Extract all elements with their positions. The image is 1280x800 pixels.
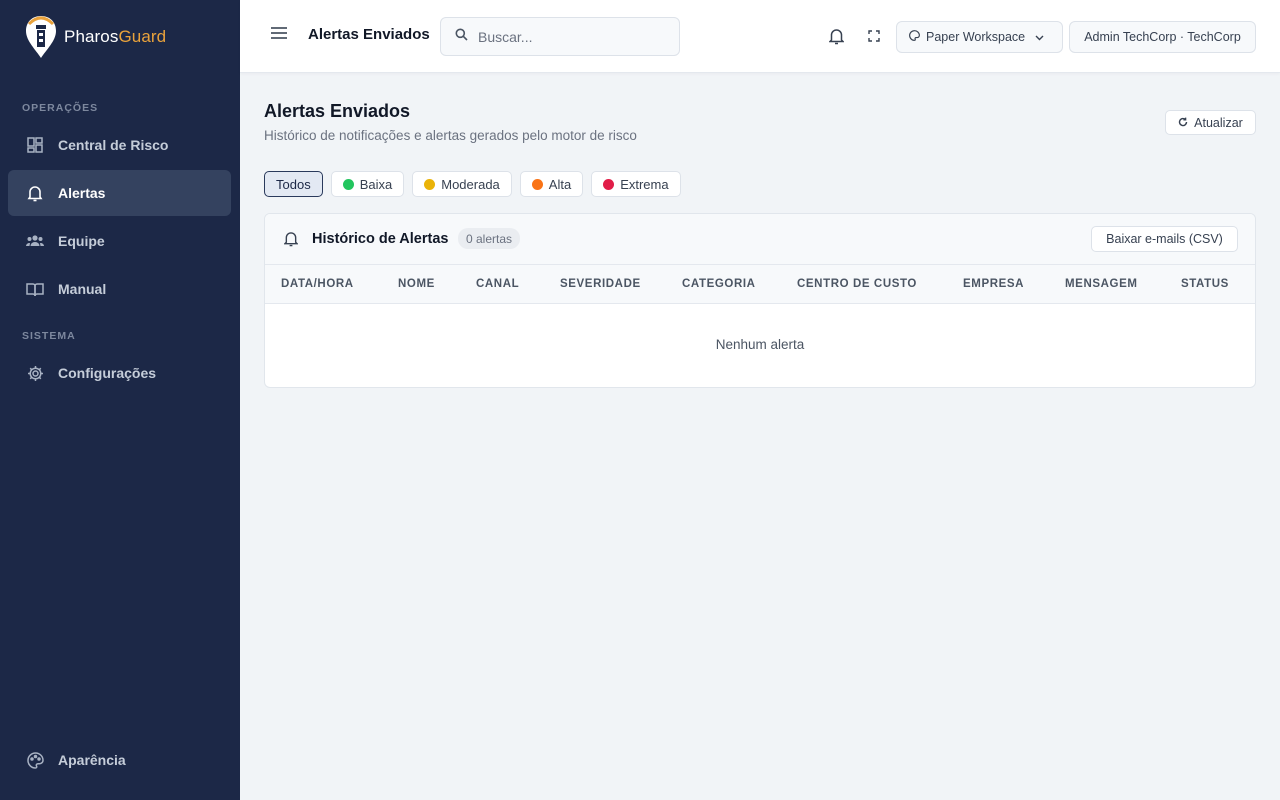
bell-icon xyxy=(26,184,44,202)
export-csv-button[interactable]: Baixar e-mails (CSV) xyxy=(1091,226,1238,252)
sidebar-item-alertas[interactable]: Alertas xyxy=(8,170,231,216)
filter-label: Baixa xyxy=(359,176,393,192)
sidebar-item-central-de-risco[interactable]: Central de Risco xyxy=(8,122,231,168)
sidebar-item-manual[interactable]: Manual xyxy=(8,266,231,312)
column-header-centro-de-custo[interactable]: CENTRO DE CUSTO xyxy=(797,278,917,290)
account-button[interactable]: Admin TechCorp · TechCorp xyxy=(1069,21,1256,53)
brand-logo[interactable]: PharosGuard xyxy=(24,14,166,60)
column-header-canal[interactable]: CANAL xyxy=(476,278,519,290)
search-input[interactable] xyxy=(478,28,658,45)
palette-icon xyxy=(26,751,44,769)
column-header-data-hora[interactable]: DATA/HORA xyxy=(281,278,354,290)
sidebar-item-equipe[interactable]: Equipe xyxy=(8,218,231,264)
workspace-selector[interactable]: Paper Workspace xyxy=(896,21,1063,53)
filter-moderada[interactable]: Moderada xyxy=(412,171,512,197)
filter-label: Todos xyxy=(276,176,311,192)
column-header-status[interactable]: STATUS xyxy=(1181,278,1229,290)
card-header: Histórico de Alertas 0 alertas Baixar e-… xyxy=(265,214,1255,265)
book-icon xyxy=(26,280,44,298)
gear-icon xyxy=(26,364,44,382)
refresh-icon xyxy=(1178,116,1188,130)
brand-name: PharosGuard xyxy=(64,27,167,46)
filter-label: Alta xyxy=(548,176,572,192)
filter-label: Moderada xyxy=(441,176,500,192)
refresh-label: Atualizar xyxy=(1194,115,1243,130)
sidebar-item-label: Alertas xyxy=(58,185,106,201)
top-bar: Alertas Enviados Paper Workspace Admin T… xyxy=(240,0,1280,73)
card-title: Histórico de Alertas xyxy=(312,231,449,247)
column-header-empresa[interactable]: EMPRESA xyxy=(963,278,1024,290)
severity-dot-icon xyxy=(603,178,615,190)
column-header-severidade[interactable]: SEVERIDADE xyxy=(560,278,641,290)
column-header-categoria[interactable]: CATEGORIA xyxy=(682,278,756,290)
refresh-button[interactable]: Atualizar xyxy=(1165,110,1256,135)
filter-alta[interactable]: Alta xyxy=(519,171,584,197)
sidebar-item-configuracoes[interactable]: Configurações xyxy=(8,350,231,396)
sidebar-item-aparencia[interactable]: Aparência xyxy=(8,737,231,783)
lighthouse-logo-icon xyxy=(26,16,56,58)
sidebar-item-label: Central de Risco xyxy=(58,137,169,153)
empty-state-message: Nenhum alerta xyxy=(715,337,805,352)
page-subtitle: Histórico de notificações e alertas gera… xyxy=(264,128,637,143)
sidebar: PharosGuard OPERAÇÕES Central de Risco A… xyxy=(0,0,240,800)
sidebar-item-label: Manual xyxy=(58,281,107,297)
section-label-operacoes: OPERAÇÕES xyxy=(22,102,99,114)
sidebar-item-label: Configurações xyxy=(58,365,157,381)
filter-todos[interactable]: Todos xyxy=(264,171,323,197)
palette-icon xyxy=(909,30,920,44)
severity-dot-icon xyxy=(342,178,354,190)
filter-label: Extrema xyxy=(620,176,669,192)
team-icon xyxy=(26,232,44,250)
filter-extrema[interactable]: Extrema xyxy=(591,171,681,197)
sidebar-item-label: Equipe xyxy=(58,233,105,249)
column-header-mensagem[interactable]: MENSAGEM xyxy=(1065,278,1138,290)
hamburger-menu-icon[interactable] xyxy=(270,26,290,46)
workspace-label: Paper Workspace xyxy=(926,30,1026,44)
dashboard-icon xyxy=(26,136,44,154)
search-icon xyxy=(455,28,468,46)
notifications-bell-icon[interactable] xyxy=(825,25,847,47)
severity-filters: Todos Baixa Moderada Alta Extrema xyxy=(264,171,681,197)
bell-icon xyxy=(283,231,299,252)
filter-baixa[interactable]: Baixa xyxy=(330,171,405,197)
alerts-history-card: Histórico de Alertas 0 alertas Baixar e-… xyxy=(264,213,1256,388)
column-header-nome[interactable]: NOME xyxy=(398,278,435,290)
search-box[interactable] xyxy=(440,17,680,56)
severity-dot-icon xyxy=(531,178,543,190)
severity-dot-icon xyxy=(424,178,436,190)
fullscreen-icon[interactable] xyxy=(863,25,885,47)
alert-count-badge: 0 alertas xyxy=(458,228,521,249)
header-title: Alertas Enviados xyxy=(308,26,430,43)
table-header: DATA/HORA NOME CANAL SEVERIDADE CATEGORI… xyxy=(265,265,1255,304)
sidebar-item-label: Aparência xyxy=(58,752,126,768)
chevron-down-icon xyxy=(1035,30,1044,44)
section-label-sistema: SISTEMA xyxy=(22,330,76,342)
page-title: Alertas Enviados xyxy=(264,101,411,121)
